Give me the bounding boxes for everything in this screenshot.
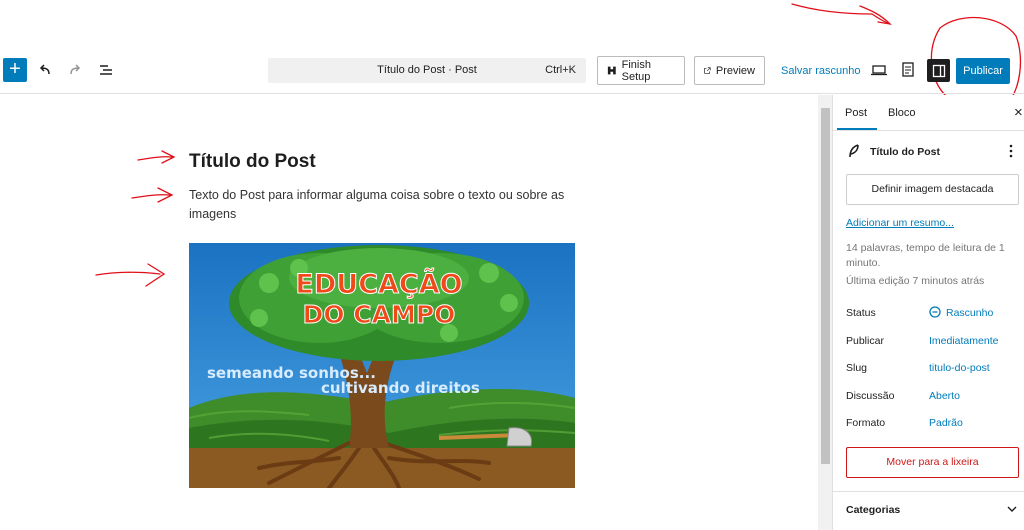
undo-icon [39, 64, 50, 75]
publish-button[interactable]: Publicar [956, 58, 1010, 84]
chevron-down-icon[interactable] [1007, 505, 1017, 513]
field-value-discussion[interactable]: Aberto [929, 390, 960, 402]
field-value-status[interactable]: Rascunho [946, 307, 993, 319]
categories-panel-toggle[interactable]: Categorias [846, 504, 900, 516]
field-value-publish[interactable]: Imediatamente [929, 335, 998, 347]
field-value-format[interactable]: Padrão [929, 417, 963, 429]
tab-block[interactable]: Bloco [888, 107, 916, 119]
settings-sidebar: Post Bloco × Título do Post Definir imag… [832, 95, 1024, 530]
sidebar-divider [833, 491, 1024, 492]
status-circle-icon [929, 306, 941, 318]
image-headline-line1: EDUCAÇÃO [295, 268, 462, 300]
post-title[interactable]: Título do Post [189, 151, 316, 173]
preview-device-button[interactable] [868, 59, 890, 81]
tab-post[interactable]: Post [845, 107, 867, 119]
editor-scrollbar-thumb[interactable] [821, 108, 830, 464]
command-title: Título do Post · Post [377, 64, 477, 76]
finish-setup-button[interactable]: Finish Setup [597, 56, 685, 85]
finish-setup-label: Finish Setup [621, 58, 651, 83]
undo-button[interactable] [34, 59, 56, 81]
list-view-button[interactable] [95, 59, 117, 81]
close-icon[interactable]: × [1014, 104, 1023, 121]
more-vertical-icon[interactable] [1009, 144, 1013, 158]
education-tree-illustration: EDUCAÇÃO DO CAMPO semeando sonhos... cul… [189, 243, 575, 488]
field-label-publish: Publicar [846, 335, 884, 347]
command-palette-bar[interactable]: Título do Post · Post Ctrl+K [268, 58, 586, 83]
editor-screen: + Título do Post · Post Ctrl+K Finish Se… [0, 0, 1024, 530]
feather-icon [849, 144, 859, 158]
external-link-icon [704, 67, 711, 74]
field-label-slug: Slug [846, 362, 868, 374]
post-paragraph[interactable]: Texto do Post para informar alguma coisa… [189, 186, 569, 224]
preview-button[interactable]: Preview [694, 56, 765, 85]
field-label-format: Formato [846, 417, 886, 429]
active-tab-indicator [837, 128, 877, 130]
field-label-discussion: Discussão [846, 390, 895, 402]
desktop-icon [871, 65, 887, 76]
sidebar-post-name: Título do Post [870, 146, 940, 158]
sidebar-icon [932, 64, 945, 77]
setup-icon [607, 66, 616, 75]
image-caption-line2: cultivando direitos [321, 379, 480, 397]
word-count-stats: 14 palavras, tempo de leitura de 1 minut… [846, 242, 1005, 269]
list-view-icon [100, 65, 112, 75]
move-to-trash-button[interactable]: Mover para a lixeira [846, 447, 1019, 478]
top-toolbar: + Título do Post · Post Ctrl+K Finish Se… [0, 46, 1024, 94]
image-headline-line2: DO CAMPO [303, 300, 456, 329]
document-icon [902, 62, 914, 77]
redo-icon [70, 64, 81, 75]
settings-sidebar-toggle[interactable] [927, 59, 950, 82]
field-value-slug[interactable]: titulo-do-post [929, 362, 990, 374]
plus-icon: + [9, 58, 21, 80]
featured-image-button[interactable]: Definir imagem destacada [846, 174, 1019, 205]
field-label-status: Status [846, 307, 876, 319]
annotation-arrow-text [131, 187, 174, 203]
command-shortcut: Ctrl+K [545, 64, 576, 76]
annotation-arrow-top [791, 3, 892, 25]
post-image[interactable]: EDUCAÇÃO DO CAMPO semeando sonhos... cul… [189, 243, 575, 488]
annotation-arrow-title [137, 150, 176, 164]
sidebar-tabs: Post Bloco × [833, 95, 1024, 131]
last-edit-text: Última edição 7 minutos atrás [846, 275, 985, 287]
add-excerpt-link[interactable]: Adicionar um resumo... [846, 217, 954, 229]
add-block-button[interactable]: + [3, 58, 27, 82]
document-settings-button[interactable] [897, 59, 919, 81]
save-draft-button[interactable]: Salvar rascunho [781, 65, 861, 77]
annotation-arrow-image [95, 263, 166, 287]
preview-label: Preview [715, 64, 755, 77]
redo-button[interactable] [64, 59, 86, 81]
